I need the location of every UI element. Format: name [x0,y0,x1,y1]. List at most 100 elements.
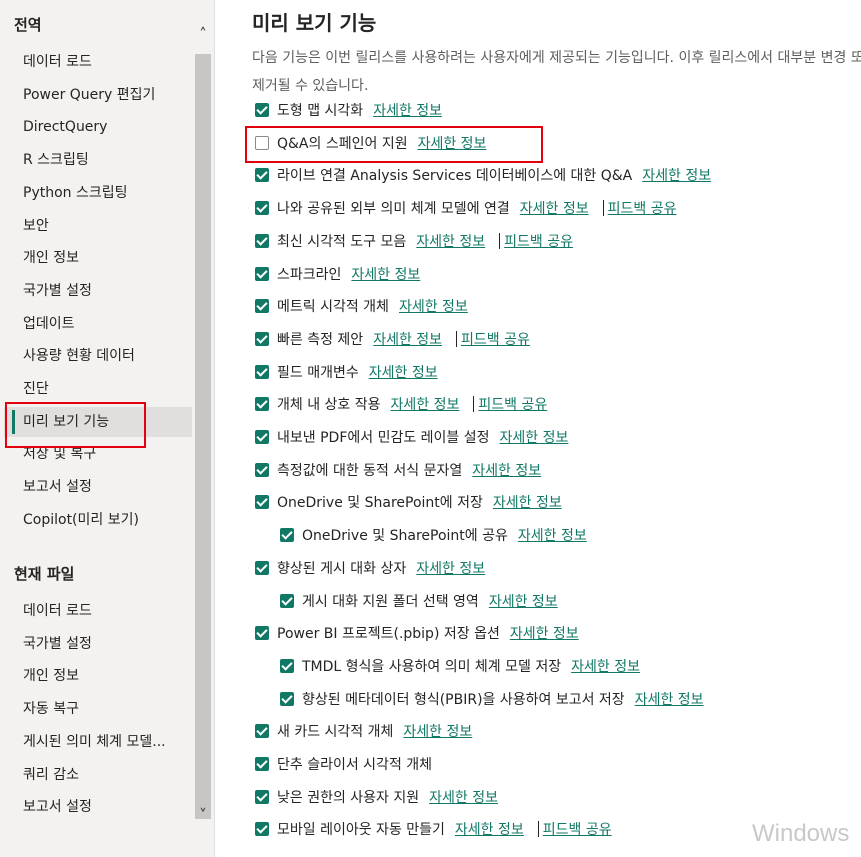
feature-row: 라이브 연결 Analysis Services 데이터베이스에 대한 Q&A 자… [255,164,711,188]
global-nav-item[interactable]: 개인 정보 [4,243,192,273]
share-feedback-link[interactable]: 피드백 공유 [461,332,530,348]
feature-row: 필드 매개변수 자세한 정보 [255,361,438,385]
feature-label: 새 카드 시각적 개체 [277,724,394,741]
feature-label: 향상된 메타데이터 형식(PBIR)을 사용하여 보고서 저장 [302,691,625,708]
feature-checkbox[interactable] [255,233,269,248]
current-file-nav-item[interactable]: 게시된 의미 체계 모델... [4,727,192,757]
learn-more-link[interactable]: 자세한 정보 [571,659,640,675]
feature-checkbox[interactable] [255,757,269,771]
learn-more-link[interactable]: 자세한 정보 [351,267,420,283]
learn-more-link[interactable]: 자세한 정보 [373,332,442,348]
learn-more-link[interactable]: 자세한 정보 [373,103,442,119]
highlight-box-nav [5,402,146,448]
learn-more-link[interactable]: 자세한 정보 [403,724,472,740]
global-nav-item[interactable]: 사용량 현황 데이터 [4,341,192,371]
learn-more-link[interactable]: 자세한 정보 [642,168,711,184]
learn-more-link[interactable]: 자세한 정보 [472,463,541,479]
share-feedback-link[interactable]: 피드백 공유 [478,397,547,413]
feature-label: Q&A의 스페인어 지원 [277,135,408,152]
global-nav-item[interactable]: 보안 [4,211,192,241]
learn-more-link[interactable]: 자세한 정보 [510,626,579,642]
feature-checkbox[interactable] [255,462,269,477]
windows-watermark: Windows [752,820,850,847]
current-file-nav-item[interactable]: 쿼리 감소 [4,760,192,790]
page-title: 미리 보기 기능 [252,11,377,35]
learn-more-link[interactable]: 자세한 정보 [416,561,485,577]
feature-row: 게시 대화 지원 폴더 선택 영역 자세한 정보 [280,590,558,614]
global-nav-item[interactable]: Copilot(미리 보기) [4,505,192,535]
feature-checkbox[interactable] [280,691,294,706]
current-file-section-header: 현재 파일 [14,565,75,583]
learn-more-link[interactable]: 자세한 정보 [455,822,524,838]
feature-checkbox[interactable] [255,626,269,641]
feature-checkbox[interactable] [280,593,294,608]
share-feedback-link[interactable]: 피드백 공유 [543,822,612,838]
feature-checkbox[interactable] [255,168,269,183]
feature-checkbox[interactable] [280,658,294,673]
learn-more-link[interactable]: 자세한 정보 [489,594,558,610]
feature-checkbox[interactable] [255,724,269,739]
learn-more-link[interactable]: 자세한 정보 [429,790,498,806]
feature-label: TMDL 형식을 사용하여 의미 체계 모델 저장 [302,658,562,675]
feature-label: 내보낸 PDF에서 민감도 레이블 설정 [277,430,490,446]
global-nav-item[interactable]: R 스크립팅 [4,145,192,175]
feature-label: 단추 슬라이서 시각적 개체 [277,757,433,773]
current-file-nav-item[interactable]: 데이터 로드 [4,596,192,626]
feature-row: 개체 내 상호 작용 자세한 정보 피드백 공유 [255,393,547,417]
feature-checkbox[interactable] [255,135,269,150]
feature-label: 향상된 게시 대화 상자 [277,560,407,577]
share-feedback-link[interactable]: 피드백 공유 [504,234,573,250]
learn-more-link[interactable]: 자세한 정보 [399,299,468,315]
feature-label: 스파크라인 [277,266,342,283]
feature-row: 모바일 레이아웃 자동 만들기 자세한 정보 피드백 공유 [255,818,612,842]
feature-label: 개체 내 상호 작용 [277,397,381,414]
feature-label: 모바일 레이아웃 자동 만들기 [277,822,445,839]
feature-checkbox[interactable] [280,528,294,543]
current-file-nav-item[interactable]: 국가별 설정 [4,629,192,659]
learn-more-link[interactable]: 자세한 정보 [520,201,589,217]
global-nav-item[interactable]: Python 스크립팅 [4,178,192,208]
global-nav-item[interactable]: 데이터 로드 [4,47,192,77]
learn-more-link[interactable]: 자세한 정보 [500,430,569,446]
global-nav-item[interactable]: 업데이트 [4,309,192,339]
learn-more-link[interactable]: 자세한 정보 [493,495,562,511]
feature-row: OneDrive 및 SharePoint에 저장 자세한 정보 [255,491,562,515]
feature-label: 낮은 권한의 사용자 지원 [277,789,420,806]
feature-checkbox[interactable] [255,822,269,837]
global-nav-item[interactable]: 진단 [4,374,192,404]
feature-checkbox[interactable] [255,364,269,379]
scroll-up-chevron-icon[interactable]: ˄ [193,24,213,44]
learn-more-link[interactable]: 자세한 정보 [369,365,438,381]
learn-more-link[interactable]: 자세한 정보 [418,136,487,152]
learn-more-link[interactable]: 자세한 정보 [518,528,587,544]
feature-checkbox[interactable] [255,495,269,510]
feature-checkbox[interactable] [255,299,269,314]
learn-more-link[interactable]: 자세한 정보 [416,234,485,250]
feature-checkbox[interactable] [255,560,269,575]
sidebar-scrollbar[interactable]: ˄ ˅ [193,20,213,835]
feature-checkbox[interactable] [255,201,269,216]
learn-more-link[interactable]: 자세한 정보 [635,692,704,708]
feature-checkbox[interactable] [255,430,269,444]
feature-row: 새 카드 시각적 개체 자세한 정보 [255,720,472,744]
scroll-down-chevron-icon[interactable]: ˅ [193,805,213,825]
feature-checkbox[interactable] [255,331,269,346]
feature-row: Power BI 프로젝트(.pbip) 저장 옵션 자세한 정보 [255,622,579,646]
feature-checkbox[interactable] [255,103,269,117]
feature-checkbox[interactable] [255,789,269,804]
feature-checkbox[interactable] [255,266,269,281]
global-nav-item[interactable]: 국가별 설정 [4,276,192,306]
global-nav-item[interactable]: 보고서 설정 [4,472,192,502]
feature-label: 필드 매개변수 [277,364,359,381]
share-feedback-link[interactable]: 피드백 공유 [608,201,677,217]
global-nav-item[interactable]: DirectQuery [4,112,192,142]
current-file-nav-item[interactable]: 보고서 설정 [4,792,192,822]
page-description: 다음 기능은 이번 릴리스를 사용하려는 사용자에게 제공되는 기능입니다. 이… [252,50,861,94]
feature-checkbox[interactable] [255,397,269,412]
current-file-nav-item[interactable]: 자동 복구 [4,694,192,724]
learn-more-link[interactable]: 자세한 정보 [391,397,460,413]
scrollbar-thumb[interactable] [195,54,211,819]
feature-row: OneDrive 및 SharePoint에 공유 자세한 정보 [280,524,587,548]
current-file-nav-item[interactable]: 개인 정보 [4,661,192,691]
global-nav-item[interactable]: Power Query 편집기 [4,80,192,110]
